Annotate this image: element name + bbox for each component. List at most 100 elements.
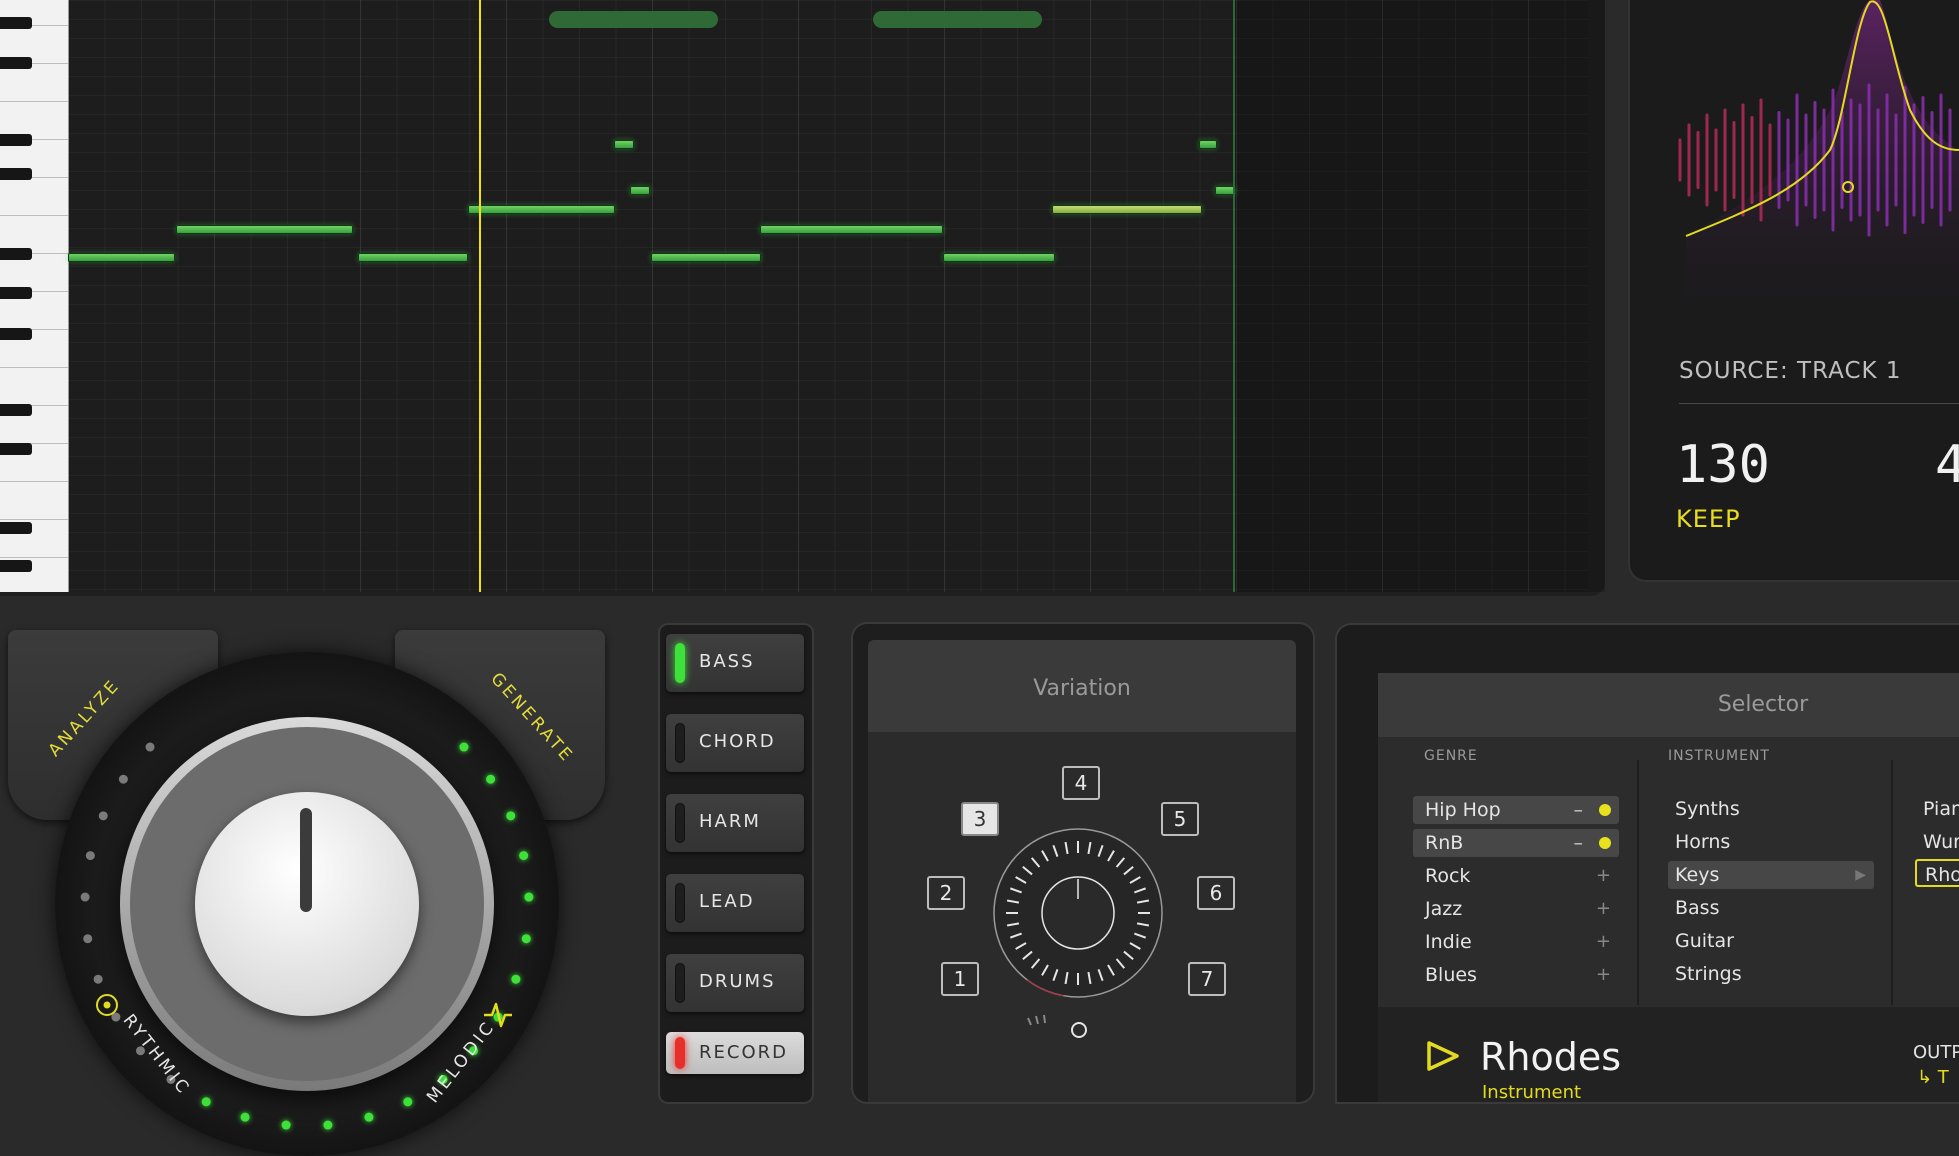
sub-item-rhodes[interactable]: Rho xyxy=(1915,859,1959,887)
track-label: CHORD xyxy=(699,731,776,752)
variation-slot-3[interactable]: 3 xyxy=(961,802,999,836)
piano-keyboard[interactable] xyxy=(0,0,69,592)
target-icon xyxy=(96,994,118,1016)
instrument-header: INSTRUMENT xyxy=(1668,748,1770,764)
genre-remove-icon[interactable]: – xyxy=(1574,829,1584,857)
level-led xyxy=(80,892,90,902)
level-led xyxy=(511,974,521,984)
black-key[interactable] xyxy=(0,328,32,340)
midi-note[interactable] xyxy=(1052,205,1202,214)
sub-item-piano[interactable]: Pian xyxy=(1915,795,1959,823)
instrument-item-guitar[interactable]: Guitar xyxy=(1668,927,1874,955)
loop-end-shade xyxy=(1234,0,1605,592)
genre-item-indie[interactable]: Indie + xyxy=(1413,928,1619,956)
playhead[interactable] xyxy=(479,0,481,592)
record-button[interactable]: RECORD xyxy=(666,1032,804,1074)
variation-dial[interactable] xyxy=(992,827,1164,999)
genre-item-blues[interactable]: Blues + xyxy=(1413,961,1619,989)
instrument-item-bass[interactable]: Bass xyxy=(1668,894,1874,922)
variation-slot-5[interactable]: 5 xyxy=(1161,802,1199,836)
variation-slot-4[interactable]: 4 xyxy=(1062,766,1100,800)
black-key[interactable] xyxy=(0,287,32,299)
waveform-display xyxy=(1678,0,1959,330)
level-led xyxy=(506,811,516,821)
black-key[interactable] xyxy=(0,443,32,455)
dial-reset-icon[interactable] xyxy=(1069,1020,1089,1040)
genre-add-icon[interactable]: + xyxy=(1596,895,1611,923)
midi-note[interactable] xyxy=(651,253,761,262)
instrument-item-keys[interactable]: Keys ▶ xyxy=(1668,861,1874,889)
level-led xyxy=(93,974,103,984)
midi-note[interactable] xyxy=(176,225,353,234)
black-key[interactable] xyxy=(0,57,32,69)
genre-item-rnb[interactable]: RnB – xyxy=(1413,829,1619,857)
loop-end-marker[interactable] xyxy=(1233,0,1235,592)
variation-slot-7[interactable]: 7 xyxy=(1188,962,1226,996)
column-divider xyxy=(1637,760,1639,1005)
black-key[interactable] xyxy=(0,522,32,534)
variation-slot-1[interactable]: 1 xyxy=(941,962,979,996)
region-marker[interactable] xyxy=(549,11,718,28)
genre-item-rock[interactable]: Rock + xyxy=(1413,862,1619,890)
genre-remove-icon[interactable]: – xyxy=(1574,796,1584,824)
tempo-value[interactable]: 130 xyxy=(1676,435,1770,495)
midi-note[interactable] xyxy=(943,253,1055,262)
track-button-drums[interactable]: DRUMS xyxy=(666,954,804,1012)
track-led xyxy=(675,643,685,683)
genre-add-icon[interactable]: + xyxy=(1596,928,1611,956)
level-led xyxy=(519,851,529,861)
time-signature-value[interactable]: 4 xyxy=(1935,435,1959,495)
instrument-item-strings[interactable]: Strings xyxy=(1668,960,1874,988)
black-key[interactable] xyxy=(0,17,32,29)
instrument-item-synths[interactable]: Synths xyxy=(1668,795,1874,823)
output-label: OUTP xyxy=(1913,1042,1959,1063)
source-divider xyxy=(1679,403,1959,404)
genre-item-jazz[interactable]: Jazz + xyxy=(1413,895,1619,923)
level-led xyxy=(459,742,469,752)
midi-note[interactable] xyxy=(630,186,650,195)
current-instrument-type: Instrument xyxy=(1482,1082,1582,1103)
genre-add-icon[interactable]: + xyxy=(1596,862,1611,890)
genre-add-icon[interactable]: + xyxy=(1596,961,1611,989)
genre-item-hip-hop[interactable]: Hip Hop – xyxy=(1413,796,1619,824)
chevron-right-icon: ▶ xyxy=(1855,867,1866,883)
track-button-chord[interactable]: CHORD xyxy=(666,714,804,772)
white-key-edge xyxy=(0,215,68,216)
level-led xyxy=(145,742,155,752)
black-key[interactable] xyxy=(0,248,32,260)
instrument-item-horns[interactable]: Horns xyxy=(1668,828,1874,856)
black-key[interactable] xyxy=(0,134,32,146)
track-label: HARM xyxy=(699,811,761,832)
variation-slot-2[interactable]: 2 xyxy=(927,876,965,910)
midi-note[interactable] xyxy=(760,225,943,234)
current-instrument-name: Rhodes xyxy=(1480,1035,1622,1079)
variation-title: Variation xyxy=(1033,676,1131,701)
track-label: BASS xyxy=(699,651,755,672)
record-led xyxy=(675,1037,685,1069)
track-button-panel xyxy=(660,625,812,1102)
instrument-label: Keys xyxy=(1675,864,1720,886)
play-icon[interactable] xyxy=(1425,1040,1461,1072)
black-key[interactable] xyxy=(0,168,32,180)
white-key-edge xyxy=(0,101,68,102)
midi-note[interactable] xyxy=(468,205,615,214)
level-led xyxy=(524,892,534,902)
midi-note[interactable] xyxy=(1199,140,1217,149)
track-button-harm[interactable]: HARM xyxy=(666,794,804,852)
region-marker[interactable] xyxy=(873,11,1042,28)
black-key[interactable] xyxy=(0,560,32,572)
midi-note[interactable] xyxy=(614,140,634,149)
track-button-bass[interactable]: BASS xyxy=(666,634,804,692)
output-route[interactable]: ↳ T xyxy=(1917,1067,1949,1088)
selector-footer xyxy=(1378,1007,1959,1102)
midi-note[interactable] xyxy=(358,253,468,262)
tempo-mode[interactable]: KEEP xyxy=(1676,505,1741,533)
black-key[interactable] xyxy=(0,404,32,416)
track-button-lead[interactable]: LEAD xyxy=(666,874,804,932)
variation-slot-6[interactable]: 6 xyxy=(1197,876,1235,910)
midi-note[interactable] xyxy=(1215,186,1235,195)
sub-item-wurlitzer[interactable]: Wur xyxy=(1915,828,1959,856)
track-led xyxy=(675,883,685,923)
genre-label: Rock xyxy=(1425,865,1471,887)
midi-note[interactable] xyxy=(68,253,175,262)
